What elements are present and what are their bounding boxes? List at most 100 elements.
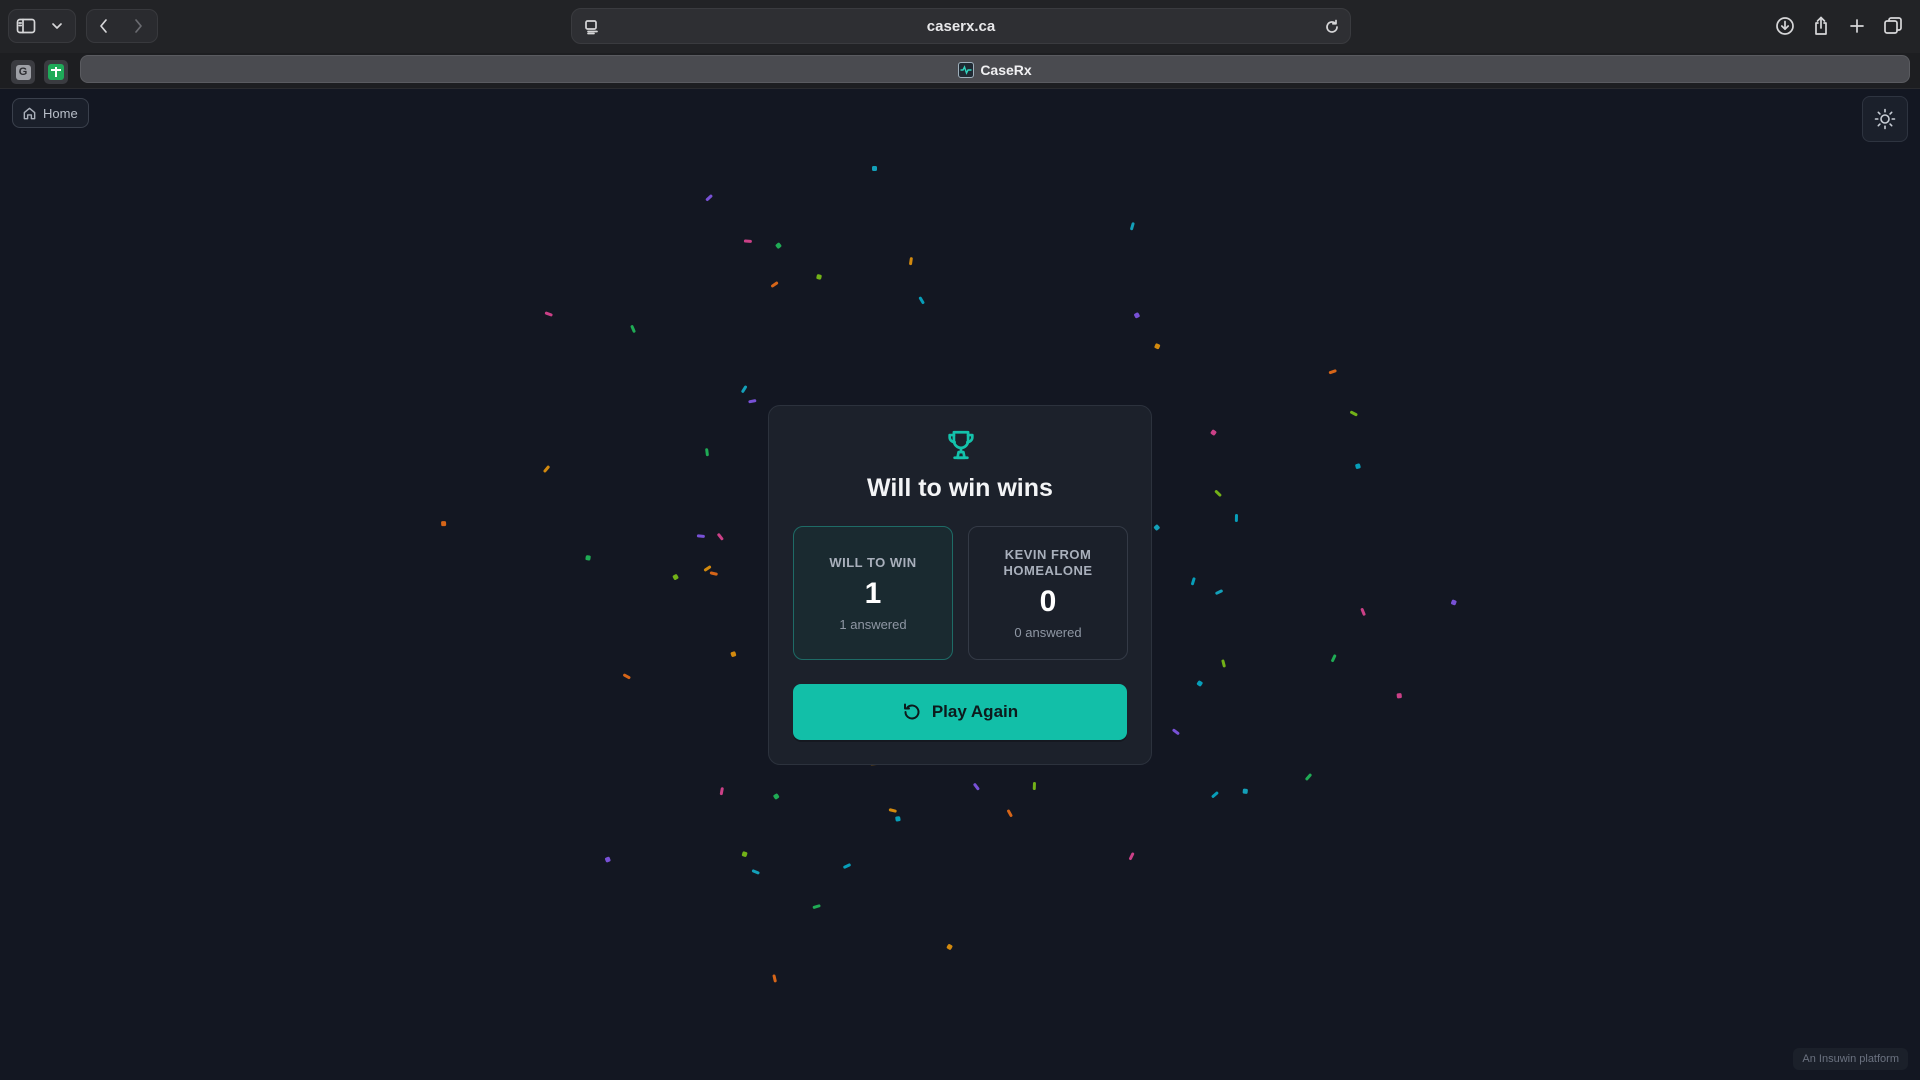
team-score: 1 — [864, 576, 882, 610]
confetti-piece — [743, 239, 752, 243]
confetti-piece — [1172, 728, 1180, 735]
confetti-piece — [696, 534, 705, 538]
footer-badge: An Insuwin platform — [1793, 1048, 1908, 1070]
team-answered: 0 answered — [1014, 624, 1082, 640]
confetti-piece — [1210, 429, 1217, 436]
confetti-piece — [1214, 490, 1222, 497]
team-score: 0 — [1039, 584, 1057, 618]
pinned-tab-google[interactable]: G — [11, 60, 35, 84]
confetti-piece — [748, 399, 757, 404]
new-tab-icon[interactable] — [1840, 10, 1874, 42]
chevron-down-icon[interactable] — [43, 10, 71, 42]
confetti-piece — [771, 281, 779, 288]
back-arrow-icon[interactable] — [87, 10, 121, 42]
confetti-piece — [543, 465, 550, 473]
team-name: KEVIN FROM HOMEALONE — [1003, 546, 1093, 578]
confetti-piece — [719, 787, 724, 796]
home-icon — [23, 107, 36, 119]
downloads-icon[interactable] — [1768, 10, 1802, 42]
share-icon[interactable] — [1804, 10, 1838, 42]
confetti-piece — [1215, 589, 1223, 595]
confetti-piece — [1234, 514, 1238, 523]
confetti-piece — [1153, 524, 1160, 531]
confetti-piece — [888, 808, 897, 813]
confetti-piece — [775, 242, 782, 249]
confetti-piece — [1196, 680, 1203, 687]
confetti-piece — [1305, 773, 1312, 781]
caserx-favicon-icon — [958, 62, 975, 78]
confetti-piece — [772, 974, 777, 983]
confetti-piece — [709, 571, 718, 576]
confetti-piece — [973, 783, 980, 791]
page-content: Home Will to win wins WILL TO WIN 1 1 an… — [0, 89, 1920, 1080]
confetti-piece — [751, 869, 760, 875]
confetti-piece — [1242, 788, 1248, 794]
confetti-piece — [730, 651, 737, 657]
home-button[interactable]: Home — [12, 98, 89, 128]
confetti-piece — [623, 673, 631, 680]
confetti-piece — [630, 325, 636, 333]
confetti-piece — [741, 851, 748, 857]
confetti-piece — [843, 863, 851, 869]
confetti-piece — [1007, 809, 1013, 817]
confetti-piece — [946, 944, 953, 950]
confetti-piece — [872, 166, 877, 171]
team-card-winner: WILL TO WIN 1 1 answered — [793, 526, 953, 660]
confetti-piece — [1130, 222, 1135, 231]
sidebar-toggle-group — [8, 9, 76, 43]
confetti-piece — [1350, 410, 1358, 417]
toolbar-actions — [1768, 10, 1910, 42]
play-again-label: Play Again — [931, 702, 1019, 721]
confetti-piece — [773, 793, 780, 800]
url-text: caserx.ca — [926, 18, 996, 35]
confetti-piece — [1032, 782, 1036, 791]
tab-overview-icon[interactable] — [1876, 10, 1910, 42]
sheets-favicon-icon — [48, 64, 64, 80]
confetti-piece — [1221, 659, 1226, 668]
confetti-piece — [604, 856, 611, 863]
team-name: WILL TO WIN — [829, 554, 917, 570]
confetti-piece — [812, 904, 821, 909]
confetti-piece — [1331, 654, 1337, 663]
confetti-piece — [816, 274, 822, 280]
confetti-piece — [544, 311, 553, 317]
confetti-piece — [585, 555, 591, 561]
reload-icon[interactable] — [1318, 13, 1346, 41]
confetti-piece — [705, 194, 713, 202]
team-answered: 1 answered — [839, 616, 907, 632]
confetti-piece — [717, 533, 724, 541]
home-label: Home — [43, 105, 78, 121]
google-favicon-icon: G — [15, 64, 31, 80]
confetti-piece — [909, 257, 913, 266]
confetti-piece — [1191, 577, 1196, 586]
confetti-piece — [1328, 369, 1337, 375]
confetti-piece — [705, 448, 709, 457]
theme-toggle-button[interactable] — [1862, 96, 1908, 142]
results-card: Will to win wins WILL TO WIN 1 1 answere… — [768, 405, 1152, 765]
result-title: Will to win wins — [867, 474, 1053, 502]
play-again-button[interactable]: Play Again — [793, 684, 1127, 740]
confetti-piece — [918, 296, 925, 304]
confetti-piece — [1128, 852, 1135, 860]
confetti-piece — [1154, 343, 1161, 350]
trophy-icon — [948, 430, 974, 460]
confetti-piece — [1355, 463, 1361, 469]
sidebar-icon[interactable] — [9, 10, 43, 42]
team-card-other: KEVIN FROM HOMEALONE 0 0 answered — [968, 526, 1128, 660]
address-bar[interactable]: caserx.ca — [571, 8, 1351, 44]
confetti-piece — [703, 565, 712, 572]
sun-icon — [1874, 108, 1896, 130]
confetti-piece — [1134, 312, 1140, 319]
confetti-piece — [1211, 791, 1219, 798]
confetti-piece — [895, 816, 901, 822]
pinned-tab-sheets[interactable] — [44, 60, 68, 84]
restart-icon — [903, 703, 920, 720]
browser-toolbar: caserx.ca — [0, 0, 1920, 53]
confetti-piece — [1396, 693, 1402, 699]
confetti-piece — [741, 385, 747, 393]
forward-arrow-icon[interactable] — [121, 10, 155, 42]
confetti-piece — [1450, 599, 1457, 606]
tab-caserx[interactable]: CaseRx — [80, 55, 1910, 83]
confetti-piece — [1360, 608, 1366, 616]
confetti-piece — [441, 521, 447, 527]
